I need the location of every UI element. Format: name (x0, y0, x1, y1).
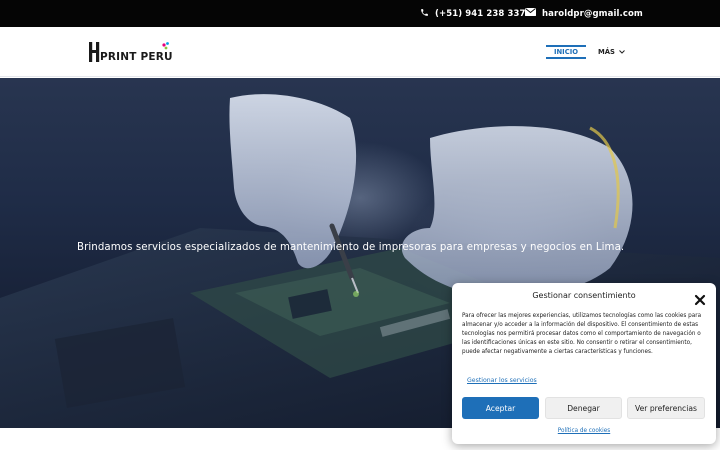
site-header: PRINT PERU INICIO MÁS (0, 27, 720, 77)
envelope-icon (525, 8, 536, 19)
phone-icon (420, 8, 429, 20)
hero-tagline: Brindamos servicios especializados de ma… (77, 242, 625, 253)
accept-button[interactable]: Aceptar (462, 397, 539, 419)
cookie-policy-link[interactable]: Política de cookies (452, 428, 716, 434)
site-logo[interactable]: PRINT PERU (88, 40, 173, 66)
chevron-down-icon (619, 50, 625, 54)
top-bar: (+51) 941 238 337 haroldpr@gmail.com (0, 0, 720, 27)
phone-number: (+51) 941 238 337 (435, 8, 526, 19)
email-address: haroldpr@gmail.com (542, 8, 643, 19)
nav-mas[interactable]: MÁS (598, 47, 625, 57)
nav-inicio[interactable]: INICIO (546, 45, 586, 59)
logo-text: PRINT PERU (100, 51, 173, 63)
cookie-consent-dialog: Gestionar consentimiento Para ofrecer la… (452, 283, 716, 444)
consent-description: Para ofrecer las mejores experiencias, u… (462, 313, 702, 355)
nav-mas-label: MÁS (598, 48, 615, 56)
phone-contact[interactable]: (+51) 941 238 337 (420, 0, 526, 27)
view-preferences-button[interactable]: Ver preferencias (627, 397, 705, 419)
manage-services-link[interactable]: Gestionar los servicios (467, 377, 537, 384)
consent-title: Gestionar consentimiento (532, 291, 636, 300)
email-contact[interactable]: haroldpr@gmail.com (525, 0, 643, 27)
deny-button[interactable]: Denegar (545, 397, 622, 419)
close-icon[interactable] (694, 291, 706, 306)
